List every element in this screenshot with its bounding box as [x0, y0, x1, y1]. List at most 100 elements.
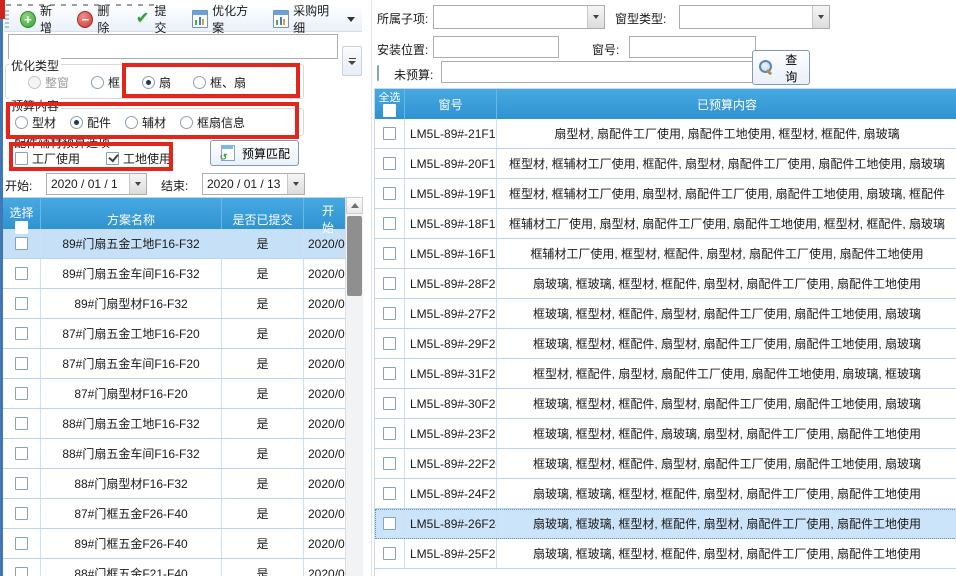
select-all-windows-checkbox[interactable]	[383, 104, 396, 117]
budget-row[interactable]: LM5L-89#-22F20框玻璃, 框型材, 框配件, 扇型材, 扇配件工厂使…	[375, 449, 956, 479]
accessory-usage-option-2[interactable]: 工地使用	[106, 150, 171, 167]
budget-row[interactable]: LM5L-89#-21F19扇型材, 扇配件工厂使用, 扇配件工地使用, 框型材…	[375, 119, 956, 149]
row-checkbox[interactable]	[15, 297, 28, 310]
budget-content-option-3[interactable]: 辅材	[125, 114, 166, 131]
row-checkbox[interactable]	[383, 547, 396, 560]
plan-row[interactable]: 87#门扇五金工地F16-F20是2020/0	[3, 319, 345, 349]
plan-row[interactable]: 87#门扇型材F16-F20是2020/0	[3, 379, 345, 409]
radio-icon[interactable]	[180, 116, 193, 129]
query-button[interactable]: 查询	[752, 50, 810, 85]
radio-icon[interactable]	[91, 76, 104, 89]
start-date-picker[interactable]: 2020 / 01 / 1	[46, 173, 147, 195]
plan-row[interactable]: 89#门扇五金工地F16-F32是2020/0	[3, 229, 345, 259]
toolbar-button-4[interactable]: 优化方案	[185, 0, 266, 38]
radio-icon[interactable]	[125, 116, 138, 129]
budget-match-button[interactable]: ↺ 预算匹配	[210, 140, 299, 166]
start-date-dropdown-icon[interactable]	[129, 174, 146, 194]
budget-row[interactable]: LM5L-89#-23F21框玻璃, 框型材, 框配件, 扇玻璃, 扇型材, 扇…	[375, 419, 956, 449]
budget-row[interactable]: LM5L-89#-19F17框型材, 框辅材工厂使用, 扇型材, 扇配件工厂使用…	[375, 179, 956, 209]
checkbox-icon[interactable]	[15, 152, 28, 165]
install-position-input[interactable]	[433, 36, 559, 58]
row-checkbox[interactable]	[15, 537, 28, 550]
row-checkbox[interactable]	[383, 187, 396, 200]
scrollbar-thumb[interactable]	[347, 216, 362, 296]
plan-row[interactable]: 88#门框五金F21-F40是2020/0	[3, 559, 345, 576]
row-checkbox[interactable]	[383, 397, 396, 410]
budget-content-cell: 框玻璃, 框型材, 框配件, 扇型材, 扇配件工厂使用, 扇配件工地使用, 扇玻…	[496, 449, 956, 478]
budget-row[interactable]: LM5L-89#-29F27框玻璃, 框型材, 框配件, 扇型材, 扇配件工厂使…	[375, 329, 956, 359]
row-checkbox[interactable]	[15, 267, 28, 280]
budget-row[interactable]: LM5L-89#-24F22扇玻璃, 框玻璃, 框型材, 框配件, 扇型材, 扇…	[375, 479, 956, 509]
row-checkbox[interactable]	[383, 277, 396, 290]
row-checkbox[interactable]	[383, 337, 396, 350]
plan-row[interactable]: 87#门框五金F26-F40是2020/0	[3, 499, 345, 529]
budget-content-option-1[interactable]: 型材	[15, 114, 56, 131]
plan-row[interactable]: 87#门扇五金车间F16-F20是2020/0	[3, 349, 345, 379]
budget-row[interactable]: LM5L-89#-27F25框玻璃, 框型材, 框配件, 扇型材, 扇配件工厂使…	[375, 299, 956, 329]
row-checkbox[interactable]	[15, 237, 28, 250]
plan-filter-input[interactable]	[8, 34, 338, 59]
row-checkbox[interactable]	[383, 217, 396, 230]
toolbar-button-1[interactable]: +新增	[13, 0, 70, 38]
checkbox-icon[interactable]	[106, 152, 119, 165]
row-checkbox[interactable]	[15, 357, 28, 370]
plan-row[interactable]: 88#门扇五金工地F16-F32是2020/0	[3, 409, 345, 439]
toolbar-button-2[interactable]: −删除	[70, 0, 127, 38]
row-checkbox[interactable]	[383, 307, 396, 320]
budget-content-option-4[interactable]: 框扇信息	[180, 114, 245, 131]
budget-row[interactable]: LM5L-89#-28F26扇玻璃, 框玻璃, 框型材, 框配件, 扇型材, 扇…	[375, 269, 956, 299]
radio-icon[interactable]	[193, 76, 206, 89]
row-checkbox[interactable]	[383, 427, 396, 440]
budget-row[interactable]: LM5L-89#-18F16框辅材工厂使用, 扇型材, 扇配件工厂使用, 扇配件…	[375, 209, 956, 239]
plan-row[interactable]: 89#门扇型材F16-F32是2020/0	[3, 289, 345, 319]
sub-item-combobox[interactable]	[433, 5, 605, 29]
window-type-dropdown-icon[interactable]	[812, 6, 829, 28]
toolbar-button-3[interactable]: ✔提交	[128, 0, 185, 38]
row-checkbox[interactable]	[383, 247, 396, 260]
window-type-combobox[interactable]	[679, 5, 830, 29]
plan-row[interactable]: 89#门扇五金车间F16-F32是2020/0	[3, 259, 345, 289]
row-checkbox[interactable]	[15, 387, 28, 400]
plan-row[interactable]: 88#门扇型材F16-F32是2020/0	[3, 469, 345, 499]
row-checkbox[interactable]	[383, 487, 396, 500]
window-no-input[interactable]	[629, 36, 756, 58]
budget-row[interactable]: LM5L-89#-31F29框型材, 框配件, 扇型材, 扇配件工厂使用, 扇配…	[375, 359, 956, 389]
accessory-usage-option-1[interactable]: 工厂使用	[15, 150, 80, 167]
row-checkbox[interactable]	[15, 567, 28, 576]
row-checkbox[interactable]	[383, 157, 396, 170]
row-checkbox[interactable]	[15, 447, 28, 460]
radio-icon[interactable]	[142, 76, 155, 89]
budget-row[interactable]: LM5L-89#-25F23扇玻璃, 框玻璃, 框型材, 框配件, 扇型材, 扇…	[375, 539, 956, 569]
budget-row[interactable]: LM5L-89#-30F28框玻璃, 框型材, 框配件, 扇型材, 扇配件工厂使…	[375, 389, 956, 419]
optimize-type-option-4[interactable]: 框、扇	[193, 74, 246, 91]
radio-icon[interactable]	[70, 116, 83, 129]
radio-icon[interactable]	[15, 116, 28, 129]
plans-table-scrollbar[interactable]	[345, 197, 363, 576]
row-checkbox[interactable]	[383, 367, 396, 380]
toolbar-button-5[interactable]: 采购明细	[266, 0, 362, 38]
row-checkbox[interactable]	[15, 507, 28, 520]
row-checkbox[interactable]	[383, 457, 396, 470]
row-checkbox[interactable]	[383, 517, 396, 530]
unbudgeted-checkbox[interactable]	[377, 65, 379, 81]
select-all-plans-checkbox[interactable]	[15, 221, 28, 234]
plan-row[interactable]: 89#门框五金F26-F40是2020/0	[3, 529, 345, 559]
row-checkbox[interactable]	[383, 127, 396, 140]
unbudgeted-input[interactable]	[441, 61, 777, 83]
plan-row[interactable]: 88#门扇五金车间F16-F32是2020/0	[3, 439, 345, 469]
row-checkbox[interactable]	[15, 477, 28, 490]
toolbar-grip[interactable]	[5, 10, 9, 28]
end-date-dropdown-icon[interactable]	[287, 174, 304, 194]
sub-item-dropdown-icon[interactable]	[587, 6, 604, 28]
optimize-type-option-2[interactable]: 框	[91, 74, 120, 91]
budget-content-option-2[interactable]: 配件	[70, 114, 111, 131]
scroll-up-button[interactable]	[346, 197, 363, 214]
budget-row[interactable]: LM5L-89#-26F24扇玻璃, 框玻璃, 框型材, 框配件, 扇型材, 扇…	[375, 509, 956, 539]
row-checkbox[interactable]	[15, 417, 28, 430]
end-date-picker[interactable]: 2020 / 01 / 13	[202, 173, 305, 195]
budget-row[interactable]: LM5L-89#-16F15框辅材工厂使用, 框型材, 框配件, 扇型材, 扇配…	[375, 239, 956, 269]
budget-row[interactable]: LM5L-89#-20F18框型材, 框辅材工厂使用, 框配件, 扇型材, 扇配…	[375, 149, 956, 179]
row-checkbox[interactable]	[15, 327, 28, 340]
toolbar-overflow-button[interactable]	[342, 46, 362, 76]
optimize-type-option-3[interactable]: 扇	[142, 74, 171, 91]
